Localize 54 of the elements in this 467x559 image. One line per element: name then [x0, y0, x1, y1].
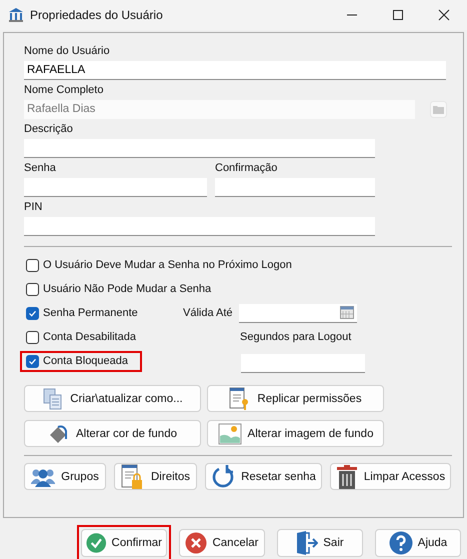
checkbox[interactable]	[26, 282, 39, 296]
field-label: PIN	[24, 201, 44, 214]
tool-button[interactable]: Grupos	[24, 463, 106, 490]
bank-building-icon	[8, 7, 24, 23]
action-button[interactable]: Alterar imagem de fundo	[207, 420, 384, 447]
tool-button[interactable]: Limpar Acessos	[330, 463, 451, 490]
action-button[interactable]: Criar\atualizar como...	[24, 385, 201, 412]
paint-bucket-icon	[48, 422, 70, 444]
input-field[interactable]	[24, 217, 375, 236]
dialog-button[interactable]: Ajuda	[375, 529, 461, 557]
close-icon[interactable]	[438, 9, 450, 21]
tool-button[interactable]: Direitos	[114, 463, 197, 490]
tool-button[interactable]: Resetar senha	[205, 463, 322, 490]
field-label: Senha	[24, 162, 57, 175]
dialog-button[interactable]: Sair	[277, 529, 363, 557]
window-title: Propriedades do Usuário	[30, 8, 163, 22]
input-field[interactable]	[24, 139, 375, 158]
input-field[interactable]	[241, 354, 365, 373]
action-button[interactable]: Replicar permissões	[207, 385, 384, 412]
help-icon	[388, 531, 413, 555]
dialog-button[interactable]: Confirmar	[81, 529, 167, 557]
checkmark-icon	[28, 356, 37, 366]
image-icon	[218, 422, 242, 444]
document-lock-icon	[121, 464, 145, 490]
field-label: Nome Completo	[24, 84, 104, 97]
exit-door-icon	[296, 531, 318, 555]
checkbox[interactable]	[26, 330, 39, 344]
checkbox-label[interactable]: O Usuário Deve Mudar a Senha no Próximo Logon	[43, 259, 292, 271]
trash-icon	[336, 464, 358, 488]
checkbox-label[interactable]: Usuário Não Pode Mudar a Senha	[43, 283, 212, 295]
input-field[interactable]	[215, 178, 375, 197]
cancel-icon	[185, 532, 208, 554]
checkbox[interactable]	[26, 258, 39, 272]
input-field[interactable]: RAFAELLA	[24, 61, 446, 80]
date-field[interactable]	[238, 304, 357, 322]
checkbox-label[interactable]: Conta Bloqueada	[43, 355, 128, 367]
field-label: Descrição	[24, 123, 74, 136]
check-icon	[86, 532, 107, 554]
field-label: Confirmação	[215, 162, 278, 175]
dialog-button[interactable]: Cancelar	[179, 529, 265, 557]
checkbox-label[interactable]: Senha Permanente	[43, 307, 138, 319]
maximize-icon[interactable]	[392, 9, 404, 21]
field-label: Segundos para Logout	[240, 330, 352, 344]
checkbox[interactable]	[26, 354, 39, 368]
calendar-icon[interactable]	[340, 306, 354, 319]
checkbox[interactable]	[26, 306, 39, 320]
circular-arrow-icon	[211, 464, 236, 488]
checkmark-icon	[28, 308, 37, 318]
field-label: Nome do Usuário	[24, 45, 111, 58]
input-field[interactable]	[24, 178, 207, 197]
action-button[interactable]: Alterar cor de fundo	[24, 420, 201, 447]
documents-icon	[42, 388, 64, 410]
checkbox-label[interactable]: Conta Desabilitada	[43, 331, 136, 343]
field-label: Válida Até	[183, 306, 233, 320]
